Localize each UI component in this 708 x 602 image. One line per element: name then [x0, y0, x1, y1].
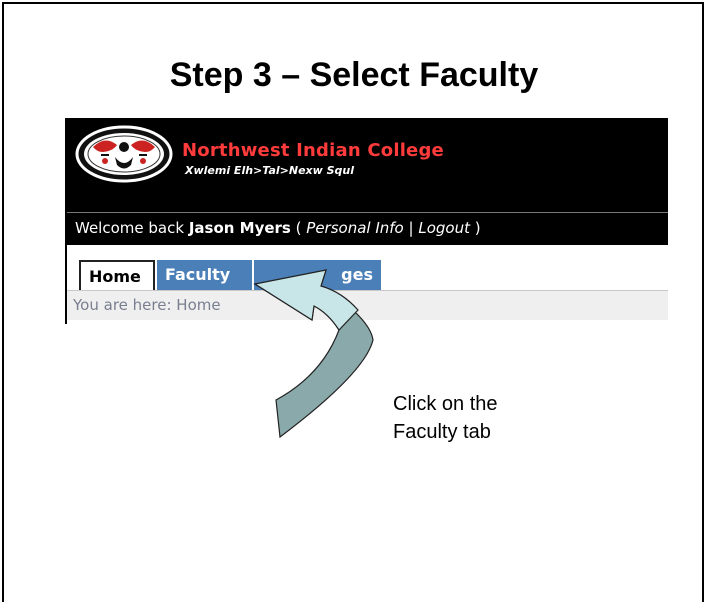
slide-title: Step 3 – Select Faculty [169, 56, 539, 94]
college-name: Northwest Indian College [182, 140, 444, 161]
breadcrumb: You are here: Home [65, 290, 668, 320]
tab-changes[interactable]: ges [254, 260, 381, 290]
breadcrumb-current[interactable]: Home [176, 296, 220, 314]
personal-info-link[interactable]: Personal Info [306, 219, 403, 237]
banner-divider [65, 212, 668, 213]
welcome-prefix: Welcome back [75, 219, 185, 237]
logout-link[interactable]: Logout [418, 219, 470, 237]
college-subtitle: Xwlemi Elh>Tal>Nexw Squl [185, 164, 355, 177]
welcome-bar: Welcome back Jason Myers ( Personal Info… [75, 219, 481, 237]
tab-home[interactable]: Home [79, 260, 155, 290]
breadcrumb-prefix: You are here: [73, 296, 172, 314]
paren-open: ( [295, 219, 302, 237]
portal-banner: Northwest Indian College Xwlemi Elh>Tal>… [65, 118, 668, 245]
embedded-portal-screenshot: Northwest Indian College Xwlemi Elh>Tal>… [65, 118, 668, 324]
college-seal-logo-icon [75, 125, 173, 183]
callout-text: Click on the Faculty tab [393, 393, 498, 443]
tab-faculty[interactable]: Faculty [157, 260, 252, 290]
paren-close: ) [474, 219, 481, 237]
user-name: Jason Myers [188, 219, 291, 237]
breadcrumb-text: You are here: Home [73, 296, 221, 314]
link-separator: | [408, 219, 414, 237]
screenshot-left-rule [65, 118, 67, 324]
